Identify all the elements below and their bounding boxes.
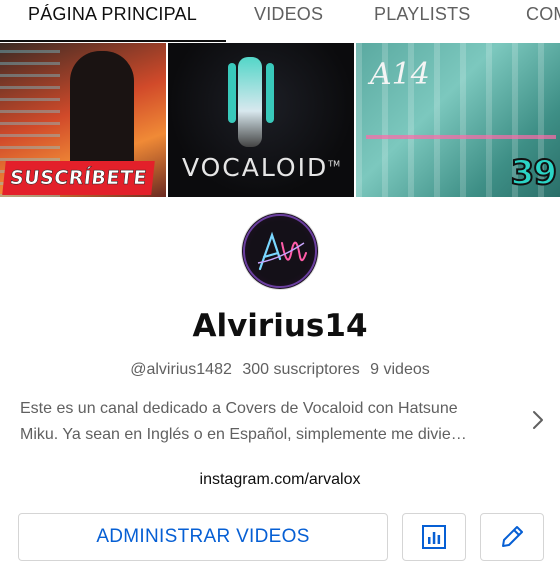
banner-panel-vocaloid: VOCALOIDTM — [168, 43, 354, 197]
channel-handle: @alvirius1482 — [130, 361, 232, 378]
channel-link[interactable]: instagram.com/arvalox — [0, 471, 560, 489]
active-tab-indicator — [0, 40, 226, 42]
bar-chart-icon — [422, 525, 446, 549]
channel-description[interactable]: Este es un canal dedicado a Covers de Vo… — [20, 396, 520, 448]
character-figure — [238, 57, 262, 147]
edit-channel-button[interactable] — [480, 513, 544, 561]
signature-logo-icon — [243, 214, 317, 288]
description-line-2: Miku. Ya sean en Inglés o en Español, si… — [20, 426, 467, 443]
character-hair-right — [266, 63, 274, 123]
channel-tabs: PÁGINA PRINCIPAL VIDEOS PLAYLISTS COM — [0, 0, 560, 42]
tab-home[interactable]: PÁGINA PRINCIPAL — [28, 0, 197, 42]
banner-signature: A14 — [370, 57, 430, 92]
badge-39: 39 — [510, 152, 558, 194]
banner-accent-line — [366, 135, 556, 139]
subscribe-banner-text: SUSCRÍBETE — [2, 161, 155, 195]
tab-videos[interactable]: VIDEOS — [254, 0, 323, 42]
manage-videos-button[interactable]: ADMINISTRAR VIDEOS — [18, 513, 388, 561]
channel-meta: @alvirius1482 300 suscriptores 9 videos — [0, 361, 560, 379]
analytics-button[interactable] — [402, 513, 466, 561]
subscriber-count: 300 suscriptores — [242, 361, 360, 378]
channel-name: Alvirius14 — [192, 308, 368, 344]
vocaloid-logo: VOCALOIDTM — [181, 153, 341, 182]
chevron-right-icon[interactable] — [528, 409, 548, 431]
channel-avatar[interactable] — [242, 213, 318, 289]
tab-community[interactable]: COM — [526, 0, 560, 42]
banner-panel-miku: A14 39 — [356, 43, 560, 197]
pencil-icon — [502, 526, 523, 547]
channel-banner: SUSCRÍBETE VOCALOIDTM A14 39 — [0, 43, 560, 197]
banner-silhouette — [70, 51, 134, 171]
banner-panel-subscribe: SUSCRÍBETE — [0, 43, 166, 197]
character-hair-left — [228, 63, 236, 123]
video-count: 9 videos — [370, 361, 430, 378]
tab-playlists[interactable]: PLAYLISTS — [374, 0, 471, 42]
description-line-1: Este es un canal dedicado a Covers de Vo… — [20, 400, 458, 417]
